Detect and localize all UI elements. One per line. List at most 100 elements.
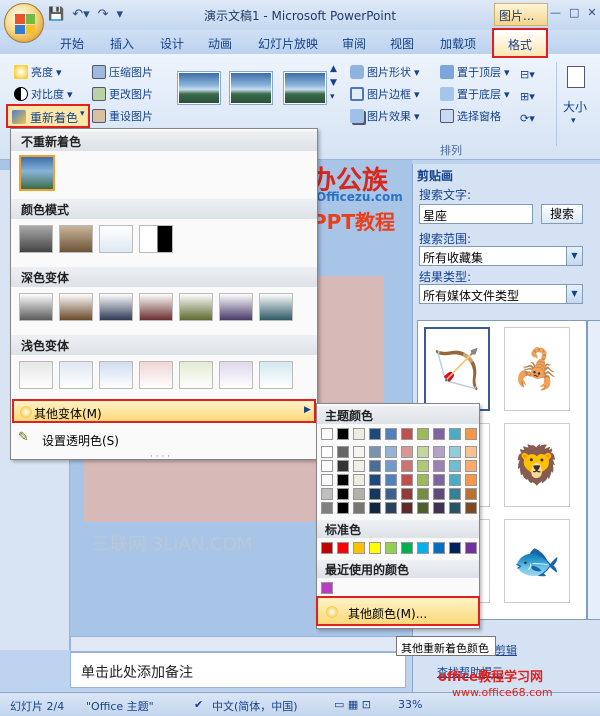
recent-color-cell[interactable] bbox=[321, 582, 333, 594]
theme-color-cell[interactable] bbox=[337, 428, 349, 440]
more-colors-item[interactable]: 其他颜色(M)... bbox=[316, 596, 480, 626]
theme-shade-cell[interactable] bbox=[417, 488, 429, 500]
no-recolor-swatch[interactable] bbox=[19, 155, 55, 191]
resize-grip[interactable]: · · · · bbox=[150, 452, 170, 462]
light-variation-swatch[interactable] bbox=[259, 361, 293, 389]
theme-shade-cell[interactable] bbox=[449, 446, 461, 458]
dark-variation-swatch[interactable] bbox=[179, 293, 213, 321]
theme-shade-cell[interactable] bbox=[337, 460, 349, 472]
picture-effects-button[interactable]: 图片效果 ▾ bbox=[350, 108, 420, 124]
picture-style-1[interactable] bbox=[178, 72, 220, 104]
theme-shade-cell[interactable] bbox=[401, 502, 413, 514]
theme-color-cell[interactable] bbox=[465, 428, 477, 440]
black-white-swatch[interactable] bbox=[139, 225, 173, 253]
reset-picture-button[interactable]: 重设图片 bbox=[92, 108, 153, 124]
theme-shade-cell[interactable] bbox=[321, 460, 333, 472]
theme-shade-cell[interactable] bbox=[465, 502, 477, 514]
dark-variation-swatch[interactable] bbox=[219, 293, 253, 321]
theme-shade-cell[interactable] bbox=[385, 460, 397, 472]
office-button[interactable] bbox=[4, 3, 44, 43]
dark-variation-swatch[interactable] bbox=[99, 293, 133, 321]
search-button[interactable]: 搜索 bbox=[541, 204, 583, 224]
theme-shade-cell[interactable] bbox=[417, 460, 429, 472]
picture-shape-button[interactable]: 图片形状 ▾ bbox=[350, 64, 420, 80]
theme-shade-cell[interactable] bbox=[465, 474, 477, 486]
theme-shade-cell[interactable] bbox=[321, 502, 333, 514]
tab-slideshow[interactable]: 幻灯片放映 bbox=[258, 35, 318, 52]
standard-color-cell[interactable] bbox=[465, 542, 477, 554]
size-group[interactable]: 大小 ▾ bbox=[556, 62, 596, 146]
standard-color-cell[interactable] bbox=[337, 542, 349, 554]
light-variation-swatch[interactable] bbox=[59, 361, 93, 389]
theme-color-cell[interactable] bbox=[369, 428, 381, 440]
tab-insert[interactable]: 插入 bbox=[110, 35, 134, 52]
washout-swatch[interactable] bbox=[99, 225, 133, 253]
standard-color-cell[interactable] bbox=[449, 542, 461, 554]
bring-to-front-button[interactable]: 置于顶层 ▾ bbox=[440, 64, 510, 80]
theme-shade-cell[interactable] bbox=[433, 460, 445, 472]
theme-shade-cell[interactable] bbox=[337, 446, 349, 458]
theme-shade-cell[interactable] bbox=[433, 474, 445, 486]
horizontal-scrollbar[interactable] bbox=[70, 636, 406, 652]
sepia-swatch[interactable] bbox=[59, 225, 93, 253]
theme-color-cell[interactable] bbox=[449, 428, 461, 440]
standard-color-cell[interactable] bbox=[385, 542, 397, 554]
theme-shade-cell[interactable] bbox=[321, 474, 333, 486]
standard-color-cell[interactable] bbox=[353, 542, 365, 554]
theme-shade-cell[interactable] bbox=[353, 460, 365, 472]
theme-shade-cell[interactable] bbox=[385, 502, 397, 514]
styles-scroll[interactable]: ▲ ▼ ▾ bbox=[330, 62, 337, 104]
clip-leo[interactable]: 🦁 bbox=[504, 423, 570, 507]
dark-variation-swatch[interactable] bbox=[19, 293, 53, 321]
picture-style-2[interactable] bbox=[230, 72, 272, 104]
theme-shade-cell[interactable] bbox=[401, 460, 413, 472]
clip-pisces[interactable]: 🐟 bbox=[504, 519, 570, 603]
theme-shade-cell[interactable] bbox=[465, 488, 477, 500]
theme-shade-cell[interactable] bbox=[449, 474, 461, 486]
standard-color-cell[interactable] bbox=[401, 542, 413, 554]
search-input[interactable]: 星座 bbox=[419, 204, 533, 224]
theme-shade-cell[interactable] bbox=[385, 446, 397, 458]
theme-shade-cell[interactable] bbox=[369, 460, 381, 472]
align-buttons[interactable]: ⊟▾ ⊞▾ ⟳▾ bbox=[520, 64, 535, 130]
pane-scrollbar[interactable] bbox=[587, 320, 600, 620]
contrast-button[interactable]: 对比度 ▾ bbox=[14, 86, 73, 102]
tab-home[interactable]: 开始 bbox=[60, 35, 84, 52]
close-icon[interactable]: ✕ bbox=[587, 6, 596, 19]
search-scope-select[interactable]: 所有收藏集 ▼ bbox=[419, 246, 583, 266]
standard-color-cell[interactable] bbox=[433, 542, 445, 554]
dark-variation-swatch[interactable] bbox=[259, 293, 293, 321]
theme-shade-cell[interactable] bbox=[449, 460, 461, 472]
theme-shade-cell[interactable] bbox=[337, 474, 349, 486]
light-variation-swatch[interactable] bbox=[179, 361, 213, 389]
more-variations-item[interactable]: 其他变体(M) ▶ bbox=[12, 399, 316, 423]
theme-color-cell[interactable] bbox=[385, 428, 397, 440]
clip-organizer-link[interactable]: 剪辑 bbox=[495, 642, 517, 658]
theme-shade-cell[interactable] bbox=[465, 460, 477, 472]
compress-pictures-button[interactable]: 压缩图片 bbox=[92, 64, 153, 80]
theme-color-cell[interactable] bbox=[321, 428, 333, 440]
theme-shade-cell[interactable] bbox=[353, 474, 365, 486]
dark-variation-swatch[interactable] bbox=[59, 293, 93, 321]
theme-shade-cell[interactable] bbox=[385, 474, 397, 486]
spell-check-icon[interactable]: ✔ bbox=[194, 698, 203, 711]
standard-color-cell[interactable] bbox=[369, 542, 381, 554]
tab-animations[interactable]: 动画 bbox=[208, 35, 232, 52]
theme-color-cell[interactable] bbox=[353, 428, 365, 440]
tab-review[interactable]: 审阅 bbox=[342, 35, 366, 52]
theme-shade-cell[interactable] bbox=[369, 488, 381, 500]
grayscale-swatch[interactable] bbox=[19, 225, 53, 253]
theme-color-cell[interactable] bbox=[433, 428, 445, 440]
recolor-button[interactable]: 重新着色 ▾ bbox=[6, 104, 90, 128]
theme-shade-cell[interactable] bbox=[353, 502, 365, 514]
brightness-button[interactable]: 亮度 ▾ bbox=[14, 64, 62, 80]
theme-shade-cell[interactable] bbox=[417, 474, 429, 486]
theme-shade-cell[interactable] bbox=[449, 502, 461, 514]
minimize-icon[interactable]: — bbox=[550, 6, 561, 19]
theme-shade-cell[interactable] bbox=[369, 446, 381, 458]
result-type-select[interactable]: 所有媒体文件类型 ▼ bbox=[419, 284, 583, 304]
maximize-icon[interactable]: □ bbox=[569, 6, 579, 19]
light-variation-swatch[interactable] bbox=[99, 361, 133, 389]
theme-shade-cell[interactable] bbox=[401, 488, 413, 500]
theme-shade-cell[interactable] bbox=[449, 488, 461, 500]
